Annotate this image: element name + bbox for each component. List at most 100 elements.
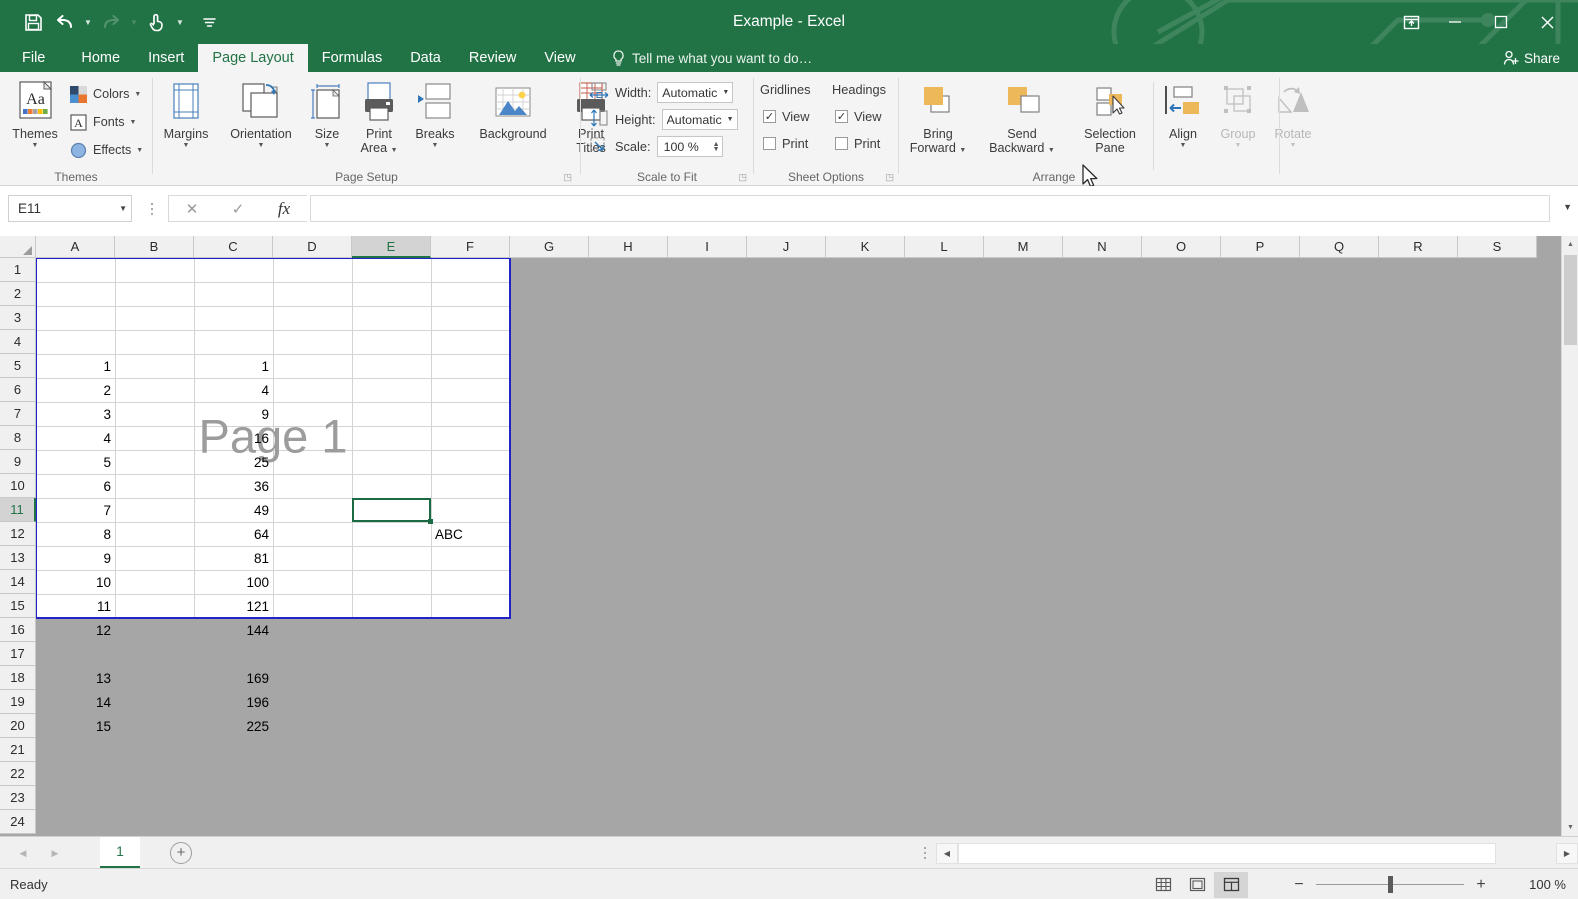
row-header-10[interactable]: 10 <box>0 474 36 498</box>
cell-C16[interactable]: 144 <box>194 618 273 642</box>
page-break-preview-button[interactable] <box>1214 872 1248 898</box>
column-header-M[interactable]: M <box>984 236 1063 258</box>
fill-handle[interactable] <box>428 519 433 524</box>
cell-A16[interactable]: 12 <box>36 618 115 642</box>
zoom-slider-track[interactable] <box>1316 884 1464 885</box>
row-header-20[interactable]: 20 <box>0 714 36 738</box>
cell-A11[interactable]: 7 <box>36 498 115 522</box>
column-header-P[interactable]: P <box>1221 236 1300 258</box>
vertical-scroll-thumb[interactable] <box>1564 255 1577 345</box>
print-area-button[interactable]: PrintArea ▼ <box>351 80 407 156</box>
row-header-21[interactable]: 21 <box>0 738 36 762</box>
size-button[interactable]: Size ▼ <box>303 80 351 149</box>
scroll-down-icon[interactable]: ▼ <box>1562 819 1578 836</box>
row-header-13[interactable]: 13 <box>0 546 36 570</box>
column-header-O[interactable]: O <box>1142 236 1221 258</box>
column-header-A[interactable]: A <box>36 236 115 258</box>
orientation-button[interactable]: Orientation ▼ <box>219 80 303 149</box>
column-header-Q[interactable]: Q <box>1300 236 1379 258</box>
expand-formula-bar-icon[interactable]: ▼ <box>1563 202 1572 212</box>
name-box-dropdown-icon[interactable]: ▼ <box>119 204 127 213</box>
scale-to-fit-dialog-launcher[interactable]: ◳ <box>738 172 747 183</box>
tell-me-box[interactable]: Tell me what you want to do… <box>612 44 812 72</box>
row-header-23[interactable]: 23 <box>0 786 36 810</box>
cell-A19[interactable]: 14 <box>36 690 115 714</box>
tab-view[interactable]: View <box>530 44 589 72</box>
zoom-in-button[interactable]: + <box>1474 876 1488 894</box>
row-header-24[interactable]: 24 <box>0 810 36 834</box>
align-button[interactable]: Align ▼ <box>1155 80 1211 149</box>
send-backward-dropdown-icon[interactable]: ▼ <box>1048 147 1055 154</box>
cell-C13[interactable]: 81 <box>194 546 273 570</box>
column-header-G[interactable]: G <box>510 236 589 258</box>
cell-A7[interactable]: 3 <box>36 402 115 426</box>
column-header-L[interactable]: L <box>905 236 984 258</box>
colors-dropdown-icon[interactable]: ▼ <box>134 91 141 98</box>
tab-page-layout[interactable]: Page Layout <box>198 44 307 72</box>
row-header-2[interactable]: 2 <box>0 282 36 306</box>
row-header-18[interactable]: 18 <box>0 666 36 690</box>
row-header-7[interactable]: 7 <box>0 402 36 426</box>
cell-A12[interactable]: 8 <box>36 522 115 546</box>
column-header-H[interactable]: H <box>589 236 668 258</box>
cell-A20[interactable]: 15 <box>36 714 115 738</box>
row-header-8[interactable]: 8 <box>0 426 36 450</box>
column-header-R[interactable]: R <box>1379 236 1458 258</box>
close-button[interactable] <box>1524 0 1570 44</box>
column-header-D[interactable]: D <box>273 236 352 258</box>
scroll-up-icon[interactable]: ▲ <box>1562 236 1578 253</box>
cell-C10[interactable]: 36 <box>194 474 273 498</box>
margins-dropdown-icon[interactable]: ▼ <box>183 142 190 149</box>
cell-C7[interactable]: 9 <box>194 402 273 426</box>
size-dropdown-icon[interactable]: ▼ <box>324 142 331 149</box>
cell-C11[interactable]: 49 <box>194 498 273 522</box>
cell-C15[interactable]: 121 <box>194 594 273 618</box>
row-header-14[interactable]: 14 <box>0 570 36 594</box>
row-header-6[interactable]: 6 <box>0 378 36 402</box>
cell-A5[interactable]: 1 <box>36 354 115 378</box>
cell-A6[interactable]: 2 <box>36 378 115 402</box>
tab-formulas[interactable]: Formulas <box>308 44 396 72</box>
page-layout-view-button[interactable] <box>1180 872 1214 898</box>
page-setup-dialog-launcher[interactable]: ◳ <box>563 172 572 183</box>
cell-A18[interactable]: 13 <box>36 666 115 690</box>
cell-F12[interactable]: ABC <box>431 522 510 546</box>
themes-button[interactable]: Aa Themes ▼ <box>6 80 64 149</box>
bring-forward-button[interactable]: BringForward ▼ <box>899 80 977 156</box>
row-header-12[interactable]: 12 <box>0 522 36 546</box>
cell-C9[interactable]: 25 <box>194 450 273 474</box>
grid-canvas[interactable]: Page 1 123456789101112131415149162536496… <box>36 258 1561 836</box>
theme-effects-button[interactable]: Effects ▼ <box>68 140 143 160</box>
row-header-16[interactable]: 16 <box>0 618 36 642</box>
send-backward-button[interactable]: SendBackward ▼ <box>977 80 1067 156</box>
row-header-17[interactable]: 17 <box>0 642 36 666</box>
cancel-icon[interactable]: ✕ <box>169 196 215 221</box>
column-header-I[interactable]: I <box>668 236 747 258</box>
scale-percent-spinner[interactable]: 100 % ▲▼ <box>657 136 723 157</box>
breaks-dropdown-icon[interactable]: ▼ <box>432 142 439 149</box>
column-header-E[interactable]: E <box>352 236 431 258</box>
next-sheet-icon[interactable]: ▶ <box>46 843 64 863</box>
scale-width-combo[interactable]: Automatic ▼ <box>657 82 733 103</box>
cell-A15[interactable]: 11 <box>36 594 115 618</box>
column-header-S[interactable]: S <box>1458 236 1537 258</box>
cell-C6[interactable]: 4 <box>194 378 273 402</box>
cell-A10[interactable]: 6 <box>36 474 115 498</box>
margins-button[interactable]: Margins ▼ <box>153 80 219 149</box>
row-header-15[interactable]: 15 <box>0 594 36 618</box>
headings-view-checkbox[interactable]: ✓ View <box>835 109 882 124</box>
tab-data[interactable]: Data <box>396 44 455 72</box>
insert-function-icon[interactable]: fx <box>261 196 307 221</box>
themes-dropdown-icon[interactable]: ▼ <box>32 142 39 149</box>
row-header-22[interactable]: 22 <box>0 762 36 786</box>
headings-print-checkbox[interactable]: Print <box>835 136 880 151</box>
bring-forward-dropdown-icon[interactable]: ▼ <box>959 147 966 154</box>
normal-view-button[interactable] <box>1146 872 1180 898</box>
cell-A13[interactable]: 9 <box>36 546 115 570</box>
column-header-N[interactable]: N <box>1063 236 1142 258</box>
vertical-scrollbar[interactable]: ▲ ▼ <box>1561 236 1578 836</box>
cell-A14[interactable]: 10 <box>36 570 115 594</box>
row-header-11[interactable]: 11 <box>0 498 36 522</box>
effects-dropdown-icon[interactable]: ▼ <box>136 147 143 154</box>
previous-sheet-icon[interactable]: ◀ <box>14 843 32 863</box>
